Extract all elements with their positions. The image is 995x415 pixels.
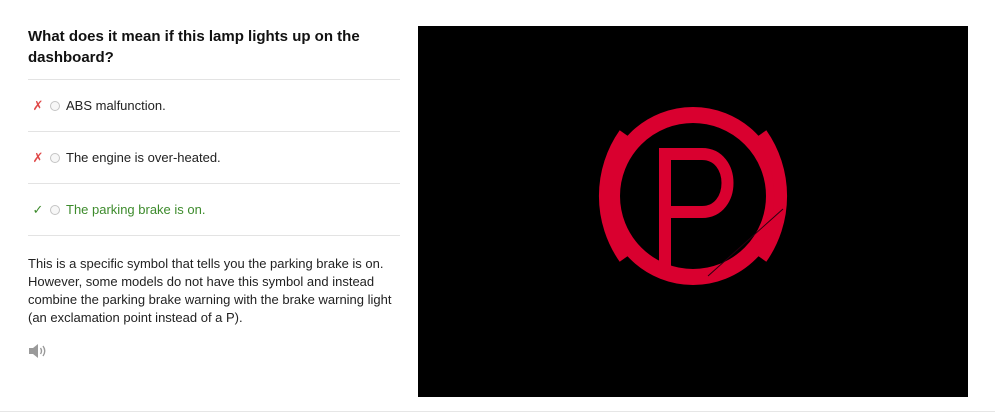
answer-label: The parking brake is on. [66,202,206,217]
answer-label: The engine is over-heated. [66,150,221,165]
symbol-letter-p [659,148,734,266]
speaker-icon[interactable] [28,343,48,359]
answer-option-1[interactable]: ✗ ABS malfunction. [28,80,400,132]
answer-option-2[interactable]: ✗ The engine is over-heated. [28,132,400,184]
answer-list: ✗ ABS malfunction. ✗ The engine is over-… [28,79,400,236]
explanation-text: This is a specific symbol that tells you… [28,256,392,325]
divider [0,411,995,412]
radio-button[interactable] [50,204,60,215]
wrong-mark-icon: ✗ [32,97,44,113]
radio-button[interactable] [50,100,60,111]
check-mark-icon: ✓ [32,201,44,217]
answer-label: ABS malfunction. [66,98,166,113]
parking-brake-warning-icon [598,107,788,285]
question-text: What does it mean if this lamp lights up… [28,28,360,66]
symbol-ring [604,107,782,285]
dashboard-symbol-image [418,26,968,397]
question-panel: What does it mean if this lamp lights up… [28,26,400,359]
radio-button[interactable] [50,152,60,163]
wrong-mark-icon: ✗ [32,149,44,165]
answer-option-3[interactable]: ✓ The parking brake is on. [28,184,400,236]
